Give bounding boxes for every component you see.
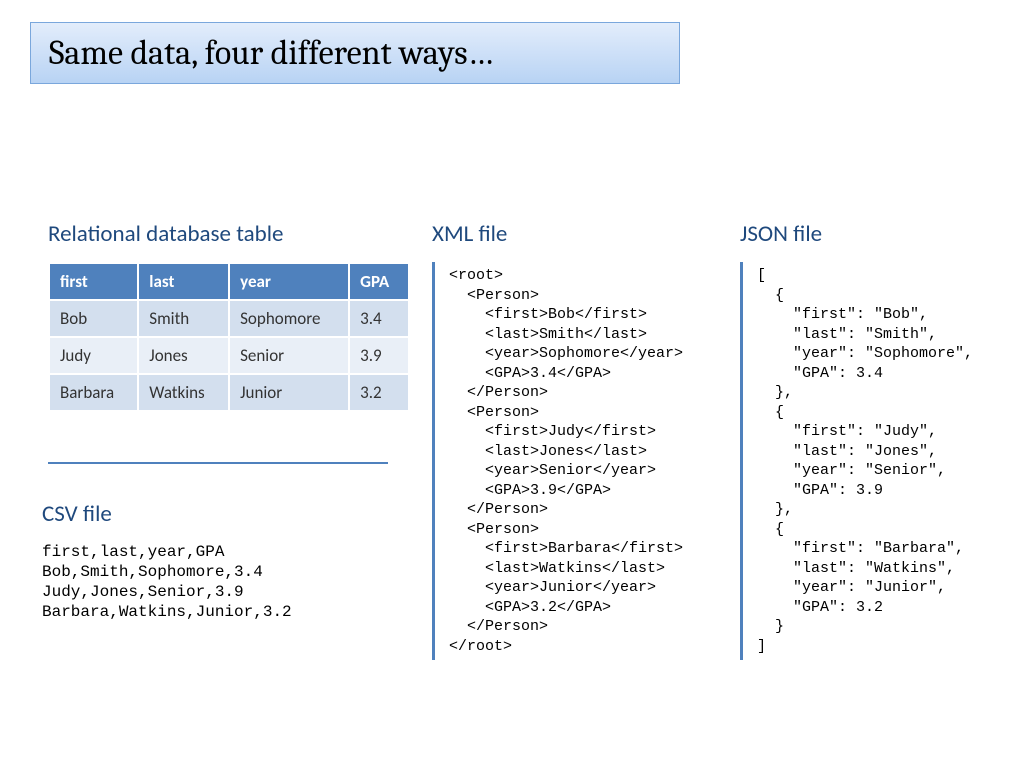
csv-section: CSV file first,last,year,GPA Bob,Smith,S… <box>42 500 402 622</box>
csv-body: first,last,year,GPA Bob,Smith,Sophomore,… <box>42 542 402 622</box>
col-year: year <box>229 263 349 300</box>
table-row: Bob Smith Sophomore 3.4 <box>49 300 409 337</box>
json-section: JSON file [ { "first": "Bob", "last": "S… <box>740 220 1010 660</box>
table-row: Judy Jones Senior 3.9 <box>49 337 409 374</box>
col-last: last <box>138 263 229 300</box>
relational-heading: Relational database table <box>48 220 410 248</box>
xml-body: <root> <Person> <first>Bob</first> <last… <box>432 262 712 660</box>
table-row: Barbara Watkins Junior 3.2 <box>49 374 409 411</box>
col-gpa: GPA <box>349 263 409 300</box>
xml-heading: XML file <box>432 220 712 248</box>
json-heading: JSON file <box>740 220 1010 248</box>
json-body: [ { "first": "Bob", "last": "Smith", "ye… <box>740 262 1010 660</box>
csv-heading: CSV file <box>42 500 402 528</box>
relational-table-section: Relational database table first last yea… <box>48 220 410 412</box>
slide-title: Same data, four different ways… <box>30 22 680 84</box>
xml-section: XML file <root> <Person> <first>Bob</fir… <box>432 220 712 660</box>
col-first: first <box>49 263 138 300</box>
relational-table: first last year GPA Bob Smith Sophomore … <box>48 262 410 412</box>
divider-line <box>48 462 388 464</box>
